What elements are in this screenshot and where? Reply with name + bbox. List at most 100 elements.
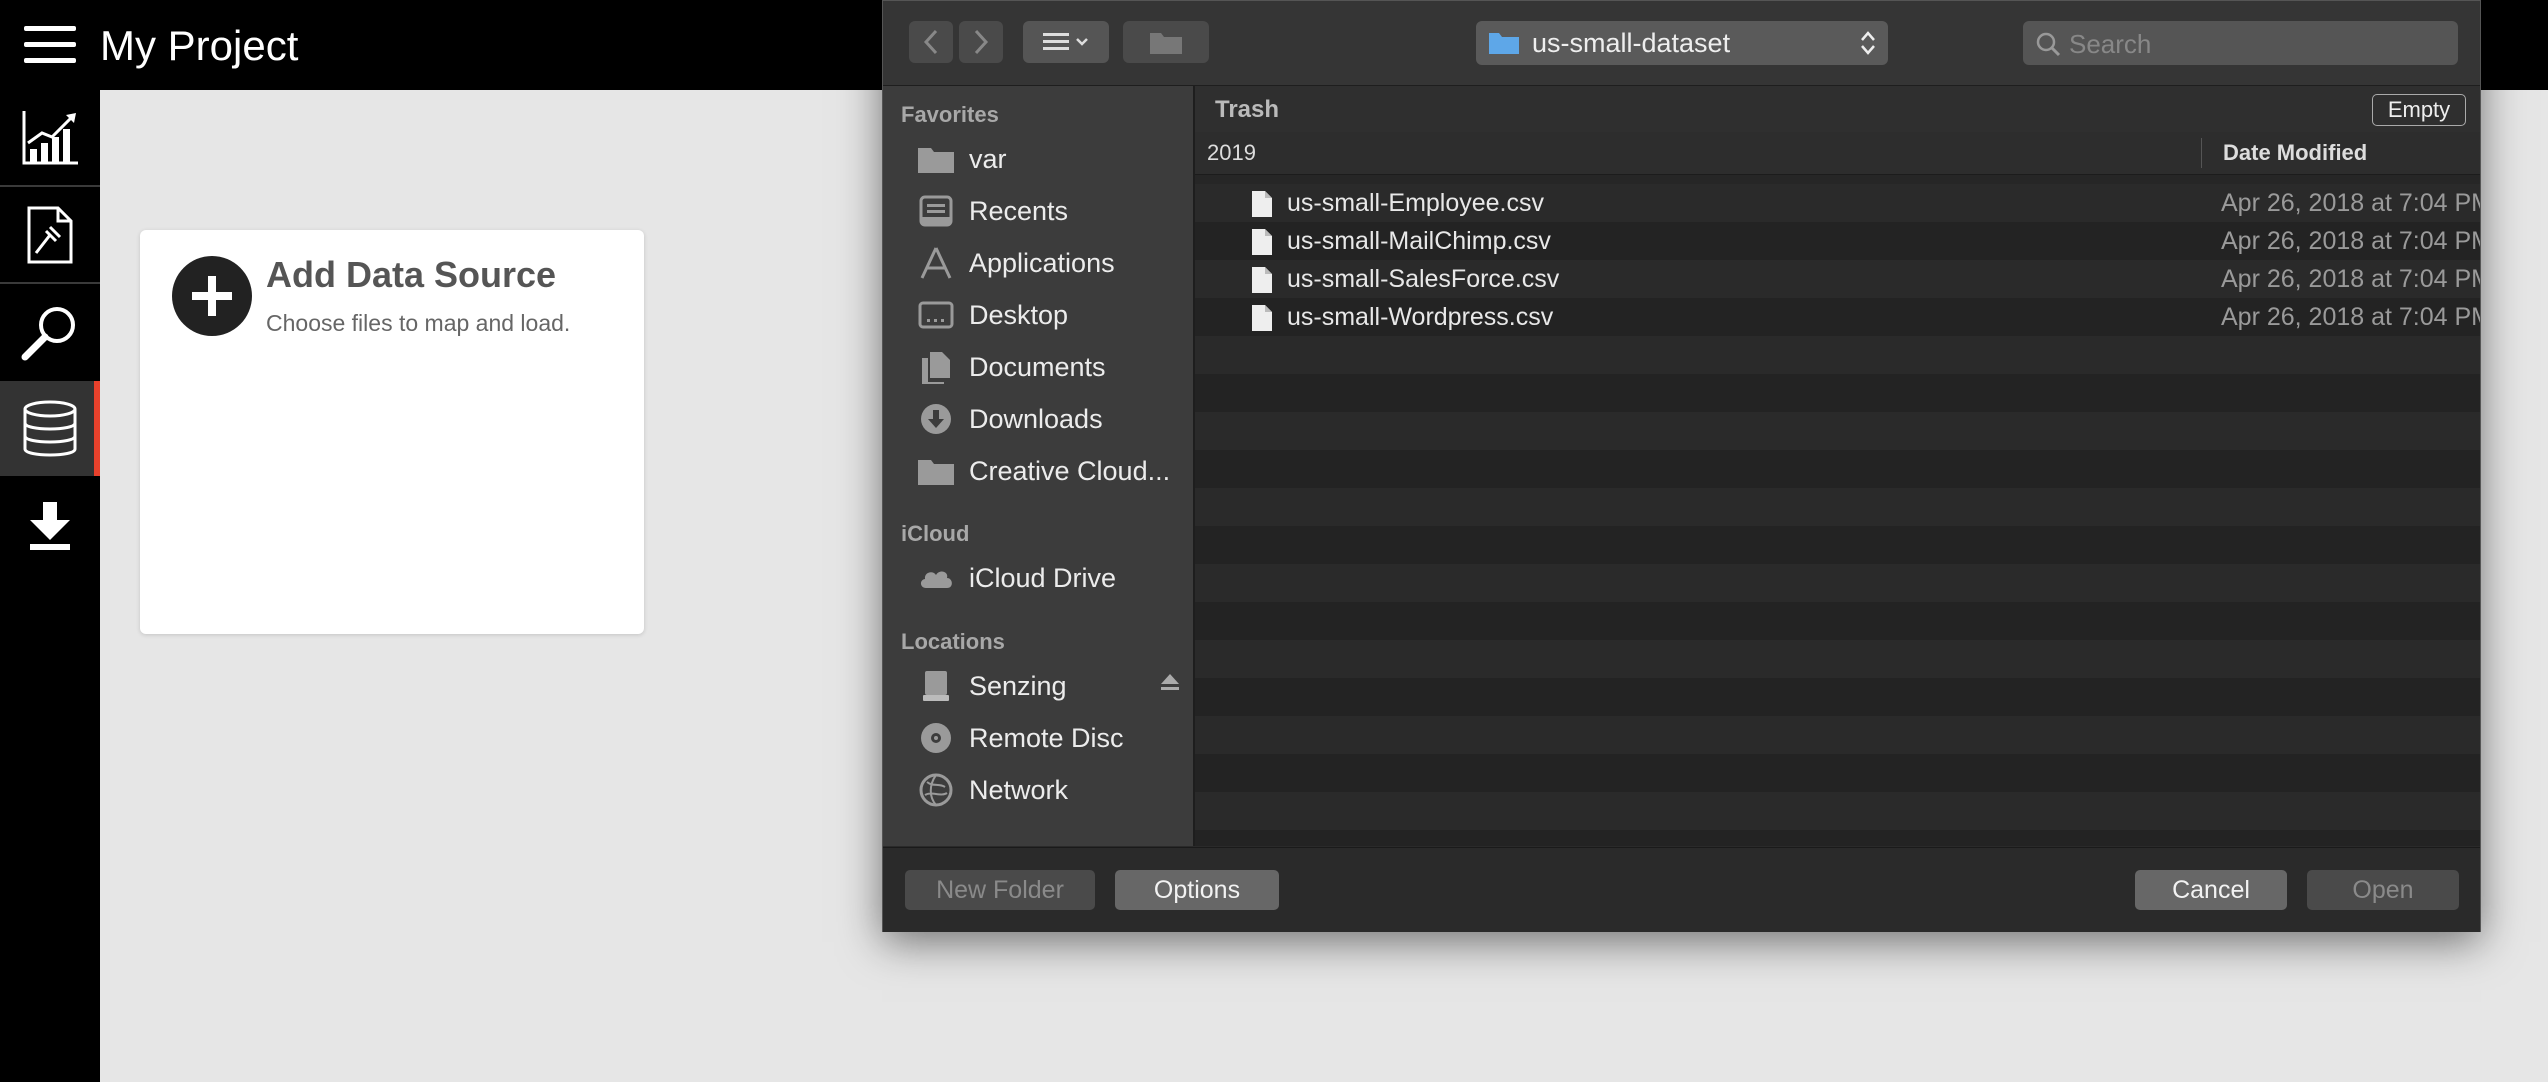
- sidebar-item-var[interactable]: var: [917, 137, 1187, 181]
- sidebar-item-network[interactable]: Network: [917, 768, 1187, 812]
- sidebar-item-documents[interactable]: Documents: [917, 345, 1187, 389]
- open-button[interactable]: Open: [2307, 870, 2459, 910]
- globe-icon: [917, 771, 955, 809]
- icloud-heading: iCloud: [901, 521, 970, 546]
- empty-trash-button[interactable]: Empty: [2372, 94, 2466, 126]
- new-folder-button[interactable]: New Folder: [905, 870, 1095, 910]
- menu-icon[interactable]: [24, 26, 76, 66]
- file-name: us-small-MailChimp.csv: [1287, 227, 1551, 255]
- file-row[interactable]: us-small-Wordpress.csv Apr 26, 2018 at 7…: [1195, 298, 2480, 336]
- search-field[interactable]: Search: [2023, 21, 2458, 65]
- nav-data-sources[interactable]: [0, 381, 100, 476]
- download-icon: [30, 501, 70, 550]
- search-icon: [2036, 32, 2061, 57]
- options-button[interactable]: Options: [1115, 870, 1279, 910]
- sidebar-item-senzing[interactable]: Senzing: [917, 664, 1187, 708]
- document-icon: [27, 206, 73, 263]
- nav-search[interactable]: [0, 284, 100, 379]
- empty-row: [1195, 412, 2480, 450]
- view-options-button[interactable]: [1023, 21, 1109, 63]
- file-icon: [1252, 305, 1272, 331]
- sidebar-item-downloads[interactable]: Downloads: [917, 397, 1187, 441]
- sidebar-item-creative-cloud[interactable]: Creative Cloud...: [917, 449, 1187, 493]
- file-name: us-small-Wordpress.csv: [1287, 303, 1554, 331]
- search-icon: [21, 306, 75, 360]
- back-button[interactable]: [909, 21, 953, 63]
- eject-icon[interactable]: [1159, 672, 1181, 692]
- nav-document[interactable]: [0, 187, 100, 282]
- file-icon: [1252, 229, 1272, 255]
- empty-row: [1195, 716, 2480, 754]
- sidebar-item-recents[interactable]: Recents: [917, 189, 1187, 233]
- file-list: us-small-Employee.csv Apr 26, 2018 at 7:…: [1195, 184, 2480, 846]
- empty-row: [1195, 792, 2480, 830]
- add-circle-icon[interactable]: [172, 256, 252, 336]
- updown-chevron-icon: [1861, 31, 1875, 55]
- folder-icon: [1150, 33, 1182, 54]
- file-icon: [1252, 191, 1272, 217]
- file-open-dialog: us-small-dataset Search Favorites var Re…: [882, 0, 2481, 932]
- empty-row: [1195, 564, 2480, 602]
- card-subtitle: Choose files to map and load.: [266, 310, 571, 336]
- empty-row: [1195, 640, 2480, 678]
- empty-row: [1195, 678, 2480, 716]
- file-name: us-small-Employee.csv: [1287, 189, 1545, 217]
- file-icon: [1252, 267, 1272, 293]
- folder-icon: [917, 140, 955, 178]
- dialog-toolbar: us-small-dataset Search: [883, 1, 2480, 86]
- disc-icon: [917, 719, 955, 757]
- file-date: Apr 26, 2018 at 7:04 PM: [2221, 189, 2480, 217]
- file-date: Apr 26, 2018 at 7:04 PM: [2221, 265, 2480, 293]
- folder-icon: [1489, 33, 1519, 54]
- file-row[interactable]: us-small-Employee.csv Apr 26, 2018 at 7:…: [1195, 184, 2480, 222]
- applications-icon: [917, 244, 955, 282]
- new-folder-toolbar-button[interactable]: [1123, 21, 1209, 63]
- name-column-header[interactable]: 2019: [1207, 140, 1256, 166]
- nav-chart[interactable]: [0, 90, 100, 185]
- empty-row: [1195, 526, 2480, 564]
- file-row[interactable]: us-small-MailChimp.csv Apr 26, 2018 at 7…: [1195, 222, 2480, 260]
- chevron-right-icon: [974, 29, 989, 55]
- nav-download[interactable]: [0, 478, 100, 573]
- empty-row: [1195, 602, 2480, 640]
- sidebar-item-desktop[interactable]: Desktop: [917, 293, 1187, 337]
- column-header: 2019 Date Modified: [1195, 132, 2480, 175]
- sidebar-item-remote-disc[interactable]: Remote Disc: [917, 716, 1187, 760]
- date-column-header[interactable]: Date Modified: [2223, 140, 2367, 166]
- dialog-sidebar: Favorites var Recents Applications Deskt…: [883, 86, 1195, 846]
- file-name: us-small-SalesForce.csv: [1287, 265, 1560, 293]
- file-browser: Trash Empty 2019 Date Modified us-small-…: [1195, 86, 2480, 846]
- dialog-footer: New Folder Options Cancel Open: [883, 847, 2480, 932]
- file-row[interactable]: us-small-SalesForce.csv Apr 26, 2018 at …: [1195, 260, 2480, 298]
- file-date: Apr 26, 2018 at 7:04 PM: [2221, 227, 2480, 255]
- trash-label: Trash: [1215, 96, 1280, 123]
- empty-row: [1195, 374, 2480, 412]
- cancel-button[interactable]: Cancel: [2135, 870, 2287, 910]
- column-divider[interactable]: [2201, 138, 2202, 168]
- chart-icon: [22, 110, 78, 164]
- trash-bar: Trash Empty: [1195, 86, 2480, 133]
- side-nav: [0, 90, 100, 1082]
- hard-drive-icon: [917, 667, 955, 705]
- cloud-icon: [917, 559, 955, 597]
- file-date: Apr 26, 2018 at 7:04 PM: [2221, 303, 2480, 331]
- sidebar-item-icloud-drive[interactable]: iCloud Drive: [917, 556, 1187, 600]
- path-label: us-small-dataset: [1532, 28, 1731, 58]
- list-view-icon: [1043, 33, 1088, 50]
- favorites-heading: Favorites: [901, 102, 999, 127]
- sidebar-item-applications[interactable]: Applications: [917, 241, 1187, 285]
- empty-row: [1195, 488, 2480, 526]
- path-popup[interactable]: us-small-dataset: [1476, 21, 1888, 65]
- empty-row: [1195, 830, 2480, 846]
- empty-row: [1195, 754, 2480, 792]
- database-icon: [23, 400, 77, 456]
- app-title: My Project: [100, 22, 299, 69]
- empty-row: [1195, 450, 2480, 488]
- add-data-source-card[interactable]: Add Data Source Choose files to map and …: [140, 230, 644, 634]
- forward-button[interactable]: [959, 21, 1003, 63]
- recents-icon: [917, 192, 955, 230]
- folder-icon: [917, 452, 955, 490]
- desktop-icon: [917, 296, 955, 334]
- downloads-icon: [917, 400, 955, 438]
- card-title: Add Data Source: [266, 254, 557, 295]
